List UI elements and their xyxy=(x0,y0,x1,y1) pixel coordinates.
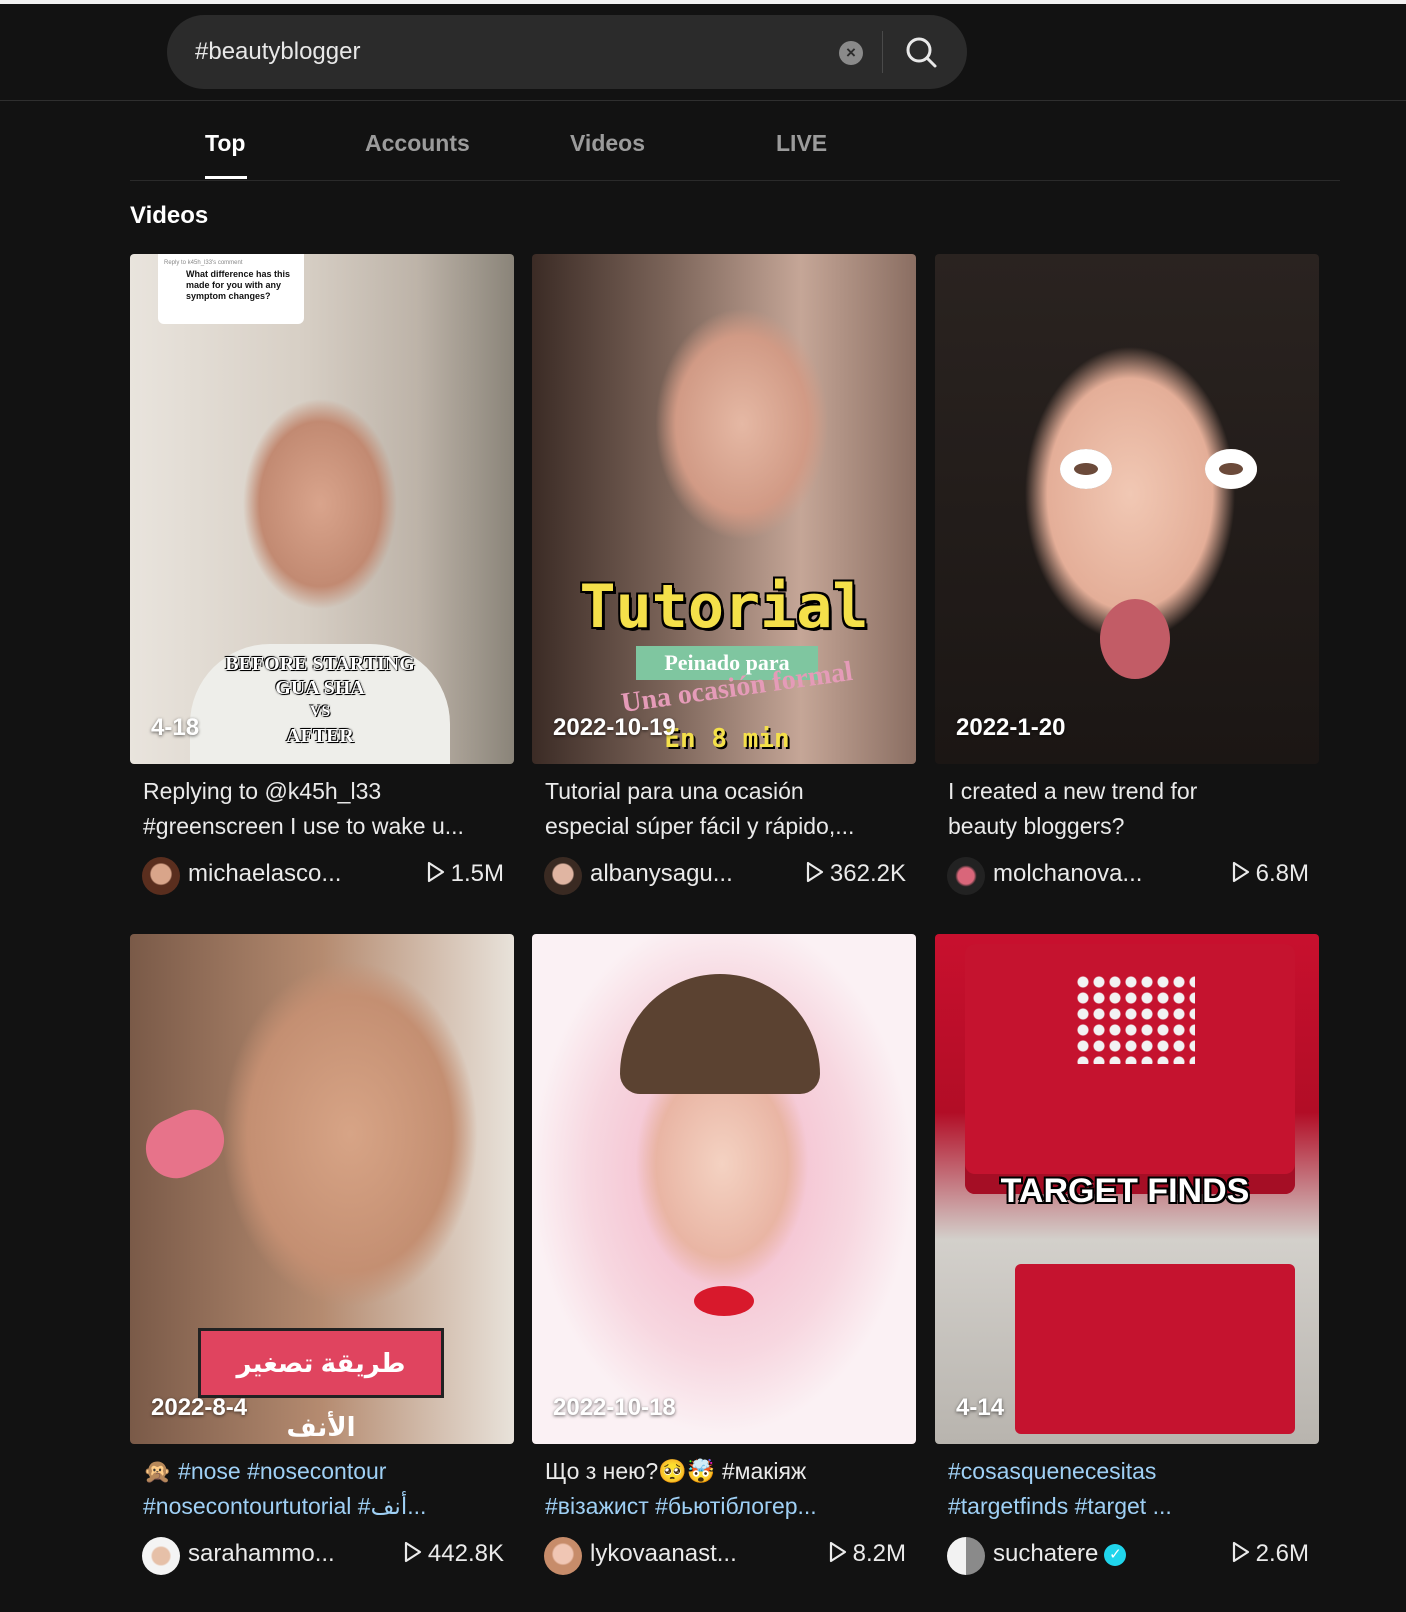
video-meta: lykovaanast... 8.2M xyxy=(544,1535,906,1575)
tab-live[interactable]: LIVE xyxy=(776,130,827,157)
caption-line: Tutorial para una ocasión xyxy=(545,778,804,804)
video-card[interactable]: 2022-10-18 Що з нею?🥺🤯 #макіяж #візажист… xyxy=(532,934,916,1594)
section-title: Videos xyxy=(130,202,209,229)
video-date: 2022-1-20 xyxy=(956,714,1066,741)
clear-icon[interactable]: × xyxy=(839,41,863,65)
caption-line: #cosasquenecesitas xyxy=(948,1458,1157,1484)
caption-line: I created a new trend for xyxy=(948,778,1198,804)
play-icon xyxy=(427,861,444,883)
overlay-title: Tutorial xyxy=(579,572,869,642)
play-count: 362.2K xyxy=(806,860,906,888)
video-thumbnail[interactable]: 2022-1-20 xyxy=(935,254,1319,764)
play-count: 442.8K xyxy=(404,1540,504,1568)
video-date: 2022-10-19 xyxy=(553,714,676,741)
video-meta: sarahammo... 442.8K xyxy=(142,1535,504,1575)
play-count: 8.2M xyxy=(829,1540,906,1568)
video-caption[interactable]: 🙊 #nose #nosecontour #nosecontourtutoria… xyxy=(143,1454,503,1526)
lips-shape xyxy=(694,1286,754,1316)
avatar[interactable] xyxy=(142,1537,180,1575)
tab-top[interactable]: Top xyxy=(205,130,245,157)
video-meta: michaelasco... 1.5M xyxy=(142,855,504,895)
tab-active-indicator xyxy=(205,176,247,179)
cart-dot-pattern xyxy=(1075,974,1195,1064)
video-date: 4-14 xyxy=(956,1394,1005,1421)
play-count: 2.6M xyxy=(1232,1540,1309,1568)
caption-line: #greenscreen I use to wake u... xyxy=(143,813,464,839)
verified-icon: ✓ xyxy=(1104,1544,1127,1566)
avatar[interactable] xyxy=(142,857,180,895)
video-thumbnail[interactable]: 2022-10-18 xyxy=(532,934,916,1444)
username[interactable]: albanysagu... xyxy=(590,860,733,888)
avatar[interactable] xyxy=(947,1537,985,1575)
tab-accounts[interactable]: Accounts xyxy=(365,130,470,157)
avatar[interactable] xyxy=(947,857,985,895)
video-thumbnail[interactable]: TARGET FINDS 4-14 xyxy=(935,934,1319,1444)
video-date: 2022-8-4 xyxy=(151,1394,248,1421)
video-card[interactable]: طريقة تصغير الأنف 2022-8-4 🙊 #nose #nose… xyxy=(130,934,514,1594)
video-card[interactable]: TARGET FINDS 4-14 #cosasquenecesitas #ta… xyxy=(935,934,1319,1594)
video-thumbnail[interactable]: Reply to k45h_l33's comment What differe… xyxy=(130,254,514,764)
play-count: 6.8M xyxy=(1232,860,1309,888)
avatar[interactable] xyxy=(544,857,582,895)
play-icon xyxy=(829,1541,846,1563)
caption-line: 🙊 #nose #nosecontour xyxy=(143,1458,387,1484)
eye-shape xyxy=(1060,449,1112,489)
applicator-shape xyxy=(136,1099,234,1189)
video-caption[interactable]: Що з нею?🥺🤯 #макіяж #візажист #бьютіблог… xyxy=(545,1454,905,1526)
video-card[interactable]: 2022-1-20 I created a new trend for beau… xyxy=(935,254,1319,914)
caption-line: #візажист #бьютіблогер... xyxy=(545,1493,817,1519)
play-icon xyxy=(806,861,824,883)
search-header: × xyxy=(0,4,1406,101)
overlay-label: طريقة تصغير الأنف xyxy=(198,1328,444,1442)
username[interactable]: molchanova... xyxy=(993,860,1142,888)
video-caption[interactable]: Replying to @k45h_l33 #greenscreen I use… xyxy=(143,774,503,846)
overlay-title: TARGET FINDS xyxy=(1000,1172,1250,1210)
play-icon xyxy=(1232,861,1249,883)
video-meta: albanysagu... 362.2K xyxy=(544,855,906,895)
username[interactable]: sarahammo... xyxy=(188,1540,335,1568)
video-thumbnail[interactable]: طريقة تصغير الأنف 2022-8-4 xyxy=(130,934,514,1444)
search-bar: × xyxy=(167,15,967,89)
username[interactable]: lykovaanast... xyxy=(590,1540,737,1568)
username[interactable]: suchatere ✓ xyxy=(993,1540,1127,1568)
mouth-shape xyxy=(1100,599,1170,679)
video-date: 2022-10-18 xyxy=(553,1394,676,1421)
search-input[interactable] xyxy=(193,27,797,77)
video-date: 4-18 xyxy=(151,714,200,741)
caption-line: Replying to @k45h_l33 xyxy=(143,778,382,804)
tab-videos[interactable]: Videos xyxy=(570,130,645,157)
username[interactable]: michaelasco... xyxy=(188,860,341,888)
search-icon[interactable] xyxy=(902,33,942,73)
avatar[interactable] xyxy=(544,1537,582,1575)
caption-line: #nosecontourtutorial #أنف... xyxy=(143,1493,427,1519)
video-card[interactable]: Tutorial Peinado para Una ocasión formal… xyxy=(532,254,916,914)
play-icon xyxy=(1232,1541,1249,1563)
search-divider xyxy=(882,31,883,73)
video-meta: suchatere ✓ 2.6M xyxy=(947,1535,1309,1575)
play-icon xyxy=(404,1541,422,1563)
overlay-text: BEFORE STARTING GUA SHA VS AFTER xyxy=(225,653,415,747)
hair-shape xyxy=(620,974,820,1094)
video-caption[interactable]: #cosasquenecesitas #targetfinds #target … xyxy=(948,1454,1308,1526)
caption-line: Що з нею?🥺🤯 #макіяж xyxy=(545,1458,807,1484)
tab-bar: Top Accounts Videos LIVE xyxy=(130,100,1340,181)
caption-line: especial súper fácil y rápido,... xyxy=(545,813,855,839)
video-meta: molchanova... 6.8M xyxy=(947,855,1309,895)
cart-lower-shape xyxy=(1015,1264,1295,1434)
comment-sticker: Reply to k45h_l33's comment What differe… xyxy=(158,254,304,324)
eye-shape xyxy=(1205,449,1257,489)
video-caption[interactable]: I created a new trend for beauty blogger… xyxy=(948,774,1308,846)
video-card[interactable]: Reply to k45h_l33's comment What differe… xyxy=(130,254,514,914)
video-thumbnail[interactable]: Tutorial Peinado para Una ocasión formal… xyxy=(532,254,916,764)
caption-line: beauty bloggers? xyxy=(948,813,1125,839)
caption-line: #targetfinds #target ... xyxy=(948,1493,1172,1519)
video-caption[interactable]: Tutorial para una ocasión especial súper… xyxy=(545,774,905,846)
play-count: 1.5M xyxy=(427,860,504,888)
